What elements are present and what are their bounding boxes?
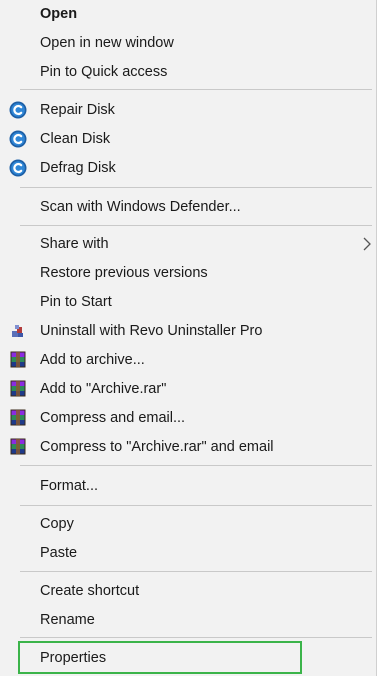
menu-item-label: Clean Disk xyxy=(40,131,111,147)
menu-item-share-with[interactable]: Share with xyxy=(0,230,376,258)
menu-item-create-shortcut[interactable]: Create shortcut xyxy=(0,577,376,605)
menu-item-label: Uninstall with Revo Uninstaller Pro xyxy=(40,323,263,339)
menu-item-format[interactable]: Format... xyxy=(0,472,376,500)
menu-separator xyxy=(20,571,372,572)
menu-item-paste[interactable]: Paste xyxy=(0,539,376,567)
menu-item-copy[interactable]: Copy xyxy=(0,510,376,538)
menu-item-label: Format... xyxy=(40,478,99,494)
properties-highlight-box xyxy=(18,641,302,674)
winrar-icon xyxy=(9,351,27,369)
menu-separator xyxy=(20,465,372,466)
menu-item-restore-previous-versions[interactable]: Restore previous versions xyxy=(0,259,376,287)
context-menu: Open Open in new window Pin to Quick acc… xyxy=(0,0,377,676)
revo-uninstaller-icon xyxy=(9,322,27,340)
menu-item-label: Copy xyxy=(40,516,74,532)
menu-item-label: Share with xyxy=(40,236,109,252)
menu-item-label: Compress and email... xyxy=(40,410,186,426)
menu-separator xyxy=(20,89,372,90)
menu-separator xyxy=(20,637,372,638)
menu-item-add-to-archive-rar[interactable]: Add to "Archive.rar" xyxy=(0,375,376,403)
winrar-icon xyxy=(9,380,27,398)
menu-item-add-to-archive[interactable]: Add to archive... xyxy=(0,346,376,374)
menu-item-compress-and-email[interactable]: Compress and email... xyxy=(0,404,376,432)
menu-item-label: Scan with Windows Defender... xyxy=(40,199,241,215)
ccleaner-icon xyxy=(9,101,27,119)
winrar-icon xyxy=(9,409,27,427)
menu-item-label: Rename xyxy=(40,612,95,628)
menu-item-open-in-new-window[interactable]: Open in new window xyxy=(0,29,376,57)
menu-item-label: Add to archive... xyxy=(40,352,145,368)
menu-item-label: Open in new window xyxy=(40,35,174,51)
menu-item-label: Add to "Archive.rar" xyxy=(40,381,167,397)
menu-item-label: Open xyxy=(40,6,78,22)
menu-item-open[interactable]: Open xyxy=(0,0,376,28)
menu-item-label: Pin to Quick access xyxy=(40,64,168,80)
chevron-right-icon xyxy=(362,237,372,251)
menu-item-label: Pin to Start xyxy=(40,294,112,310)
menu-item-pin-to-quick-access[interactable]: Pin to Quick access xyxy=(0,58,376,86)
winrar-icon xyxy=(9,438,27,456)
menu-item-repair-disk[interactable]: Repair Disk xyxy=(0,96,376,124)
menu-separator xyxy=(20,505,372,506)
ccleaner-icon xyxy=(9,130,27,148)
menu-item-scan-with-defender[interactable]: Scan with Windows Defender... xyxy=(0,193,376,221)
menu-item-label: Restore previous versions xyxy=(40,265,208,281)
menu-item-rename[interactable]: Rename xyxy=(0,606,376,634)
menu-item-clean-disk[interactable]: Clean Disk xyxy=(0,125,376,153)
menu-item-pin-to-start[interactable]: Pin to Start xyxy=(0,288,376,316)
menu-separator xyxy=(20,225,372,226)
menu-item-label: Create shortcut xyxy=(40,583,140,599)
menu-item-uninstall-revo[interactable]: Uninstall with Revo Uninstaller Pro xyxy=(0,317,376,345)
menu-item-label: Paste xyxy=(40,545,78,561)
menu-item-label: Compress to "Archive.rar" and email xyxy=(40,439,274,455)
menu-item-compress-to-archive-rar-and-email[interactable]: Compress to "Archive.rar" and email xyxy=(0,433,376,461)
menu-item-label: Repair Disk xyxy=(40,102,115,118)
